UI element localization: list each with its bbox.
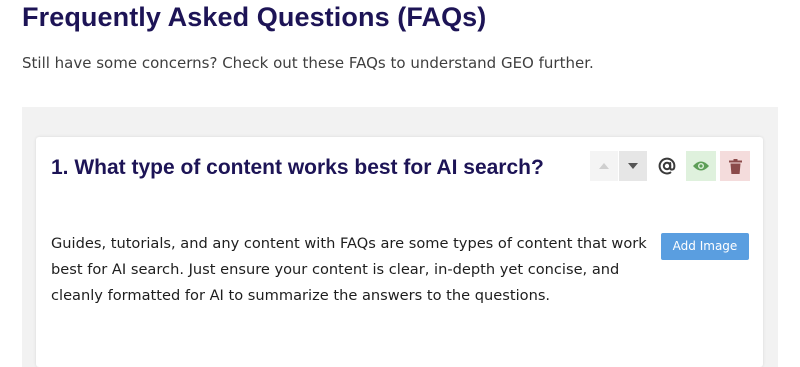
trash-icon (728, 158, 742, 174)
page-intro: Still have some concerns? Check out thes… (22, 54, 594, 72)
toggle-visibility-button[interactable] (686, 151, 716, 181)
caret-up-icon (599, 163, 609, 169)
add-image-button[interactable]: Add Image (661, 233, 749, 260)
faq-question: 1. What type of content works best for A… (51, 156, 544, 179)
eye-icon (693, 161, 709, 171)
move-down-button[interactable] (619, 151, 647, 181)
faq-answer: Guides, tutorials, and any content with … (51, 235, 647, 304)
page-title: Frequently Asked Questions (FAQs) (22, 2, 487, 32)
caret-down-icon (628, 163, 638, 169)
at-sign-icon (658, 157, 676, 175)
faq-item-card: 1. What type of content works best for A… (36, 137, 763, 367)
delete-button[interactable] (720, 151, 750, 181)
mention-button[interactable] (653, 151, 681, 181)
move-up-button[interactable] (590, 151, 618, 181)
